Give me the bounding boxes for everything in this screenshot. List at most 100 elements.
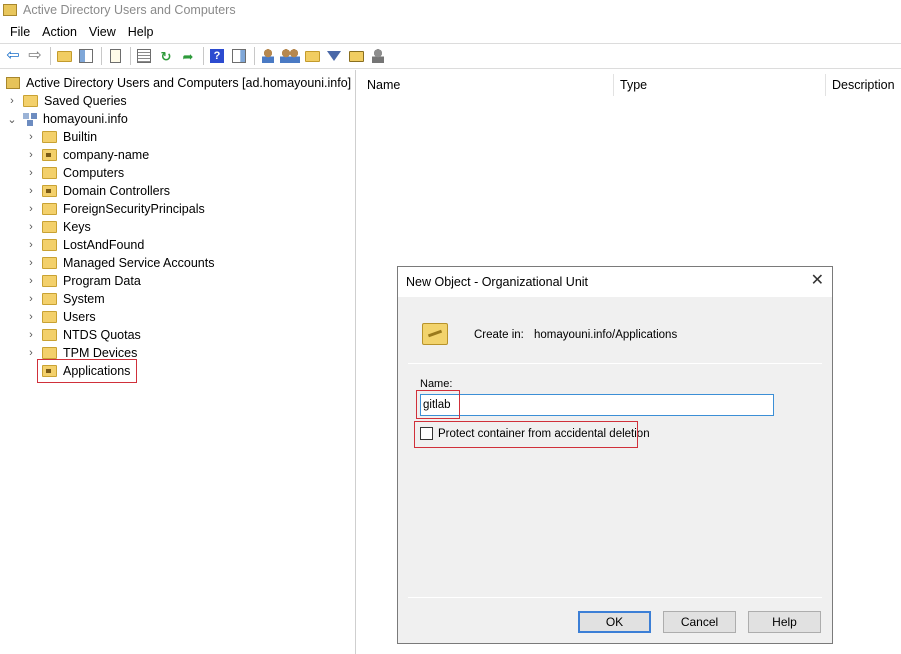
column-header-type[interactable]: Type xyxy=(620,78,647,92)
folder-icon xyxy=(42,131,57,143)
folder-icon xyxy=(42,221,57,233)
title-bar: Active Directory Users and Computers xyxy=(0,0,901,20)
menu-action[interactable]: Action xyxy=(36,25,83,39)
column-divider[interactable] xyxy=(825,74,826,96)
chevron-right-icon[interactable]: › xyxy=(26,149,36,161)
chevron-right-icon[interactable]: › xyxy=(26,221,36,233)
folder-icon xyxy=(42,329,57,341)
folder-icon xyxy=(42,239,57,251)
column-header-description[interactable]: Description xyxy=(832,78,895,92)
action-pane-icon[interactable] xyxy=(229,46,249,66)
protect-label: Protect container from accidental deleti… xyxy=(438,427,650,440)
tree-item[interactable]: › Computers xyxy=(26,164,124,182)
toolbar-separator xyxy=(254,47,255,65)
folder-icon xyxy=(42,167,57,179)
folder-icon xyxy=(42,311,57,323)
tree-item[interactable]: › LostAndFound xyxy=(26,236,144,254)
divider xyxy=(408,363,822,364)
toolbar-separator xyxy=(203,47,204,65)
chevron-right-icon[interactable]: › xyxy=(26,257,36,269)
dialog-title-bar[interactable]: New Object - Organizational Unit ✕ xyxy=(398,267,832,297)
chevron-right-icon[interactable]: › xyxy=(26,293,36,305)
tree-item[interactable]: › System xyxy=(26,290,105,308)
folder-icon xyxy=(23,95,38,107)
back-arrow-icon[interactable]: ⇦ xyxy=(3,46,23,66)
tree-item-saved-queries[interactable]: › Saved Queries xyxy=(7,92,127,110)
tree-item[interactable]: › NTDS Quotas xyxy=(26,326,141,344)
protect-checkbox-row[interactable]: Protect container from accidental deleti… xyxy=(420,427,650,440)
tree-item[interactable]: › Program Data xyxy=(26,272,141,290)
folder-icon xyxy=(42,257,57,269)
menu-help[interactable]: Help xyxy=(122,25,160,39)
protect-checkbox[interactable] xyxy=(420,427,433,440)
tree-item[interactable]: › Managed Service Accounts xyxy=(26,254,214,272)
new-group-icon[interactable] xyxy=(280,46,300,66)
tree-root[interactable]: Active Directory Users and Computers [ad… xyxy=(6,74,351,92)
forward-arrow-icon[interactable]: ⇨ xyxy=(25,46,45,66)
toolbar: ⇦ ⇨ ↻ ➦ ? xyxy=(0,43,901,69)
show-console-tree-icon[interactable] xyxy=(76,46,96,66)
close-icon[interactable]: ✕ xyxy=(811,273,824,289)
new-ou-dialog: New Object - Organizational Unit ✕ Creat… xyxy=(397,266,833,644)
ou-icon xyxy=(422,323,448,345)
menu-bar: File Action View Help xyxy=(0,21,901,42)
aduc-icon xyxy=(6,77,20,89)
toolbar-separator xyxy=(50,47,51,65)
folder-icon xyxy=(42,275,57,287)
export-list-icon[interactable] xyxy=(134,46,154,66)
tree-item[interactable]: › Builtin xyxy=(26,128,97,146)
menu-view[interactable]: View xyxy=(83,25,122,39)
help-button[interactable]: Help xyxy=(748,611,821,633)
cancel-button[interactable]: Cancel xyxy=(663,611,736,633)
tree-item[interactable]: › Domain Controllers xyxy=(26,182,170,200)
new-ou-icon[interactable] xyxy=(302,46,322,66)
filter-icon[interactable] xyxy=(324,46,344,66)
up-folder-icon[interactable] xyxy=(54,46,74,66)
app-icon xyxy=(3,4,17,16)
tree-item-domain[interactable]: ⌄ homayouni.info xyxy=(7,110,127,128)
chevron-right-icon[interactable]: › xyxy=(7,95,17,107)
create-in-label: Create in: xyxy=(474,329,524,341)
column-divider[interactable] xyxy=(613,74,614,96)
delegate-icon[interactable] xyxy=(368,46,388,66)
name-label: Name: xyxy=(420,378,453,390)
export-icon[interactable]: ➦ xyxy=(178,46,198,66)
toolbar-separator xyxy=(101,47,102,65)
chevron-right-icon[interactable]: › xyxy=(26,167,36,179)
chevron-right-icon[interactable]: › xyxy=(26,131,36,143)
list-header: Name Type Description xyxy=(359,70,901,100)
tree-item[interactable]: › ForeignSecurityPrincipals xyxy=(26,200,205,218)
tree-item[interactable]: › Keys xyxy=(26,218,91,236)
find-icon[interactable] xyxy=(346,46,366,66)
toolbar-separator xyxy=(130,47,131,65)
domain-icon xyxy=(23,112,38,126)
create-in-value: homayouni.info/Applications xyxy=(534,329,678,341)
chevron-right-icon[interactable]: › xyxy=(26,329,36,341)
tree-item[interactable]: › Users xyxy=(26,308,96,326)
chevron-right-icon[interactable]: › xyxy=(26,203,36,215)
refresh-icon[interactable]: ↻ xyxy=(156,46,176,66)
ok-button[interactable]: OK xyxy=(578,611,651,633)
column-header-name[interactable]: Name xyxy=(367,78,400,92)
console-tree: Active Directory Users and Computers [ad… xyxy=(0,70,356,654)
window-title: Active Directory Users and Computers xyxy=(23,3,236,17)
folder-icon xyxy=(42,347,57,359)
chevron-right-icon[interactable]: › xyxy=(26,311,36,323)
chevron-down-icon[interactable]: ⌄ xyxy=(7,113,17,126)
name-input[interactable] xyxy=(420,394,774,416)
menu-file[interactable]: File xyxy=(4,25,36,39)
chevron-right-icon[interactable]: › xyxy=(26,185,36,197)
ou-folder-icon xyxy=(42,149,57,161)
tree-item[interactable]: › company-name xyxy=(26,146,149,164)
chevron-right-icon[interactable]: › xyxy=(26,275,36,287)
divider xyxy=(408,597,822,598)
ou-folder-icon xyxy=(42,185,57,197)
new-user-icon[interactable] xyxy=(258,46,278,66)
chevron-right-icon[interactable]: › xyxy=(26,239,36,251)
dialog-title: New Object - Organizational Unit xyxy=(406,275,589,289)
help-icon[interactable]: ? xyxy=(207,46,227,66)
properties-icon[interactable] xyxy=(105,46,125,66)
selection-highlight xyxy=(37,359,137,383)
chevron-right-icon[interactable]: › xyxy=(26,347,36,359)
folder-icon xyxy=(42,293,57,305)
